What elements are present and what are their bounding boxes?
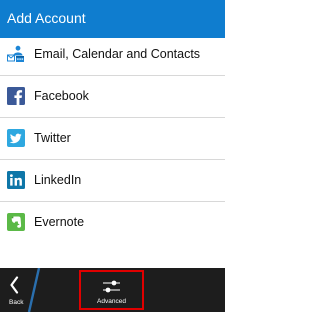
back-label: Back	[9, 299, 24, 306]
account-item-email[interactable]: Email, Calendar and Contacts	[0, 34, 225, 76]
twitter-icon	[7, 129, 25, 147]
facebook-icon	[7, 87, 25, 105]
account-item-label: LinkedIn	[34, 173, 82, 187]
advanced-button[interactable]: Advanced	[79, 270, 144, 310]
account-item-label: Facebook	[34, 89, 89, 103]
evernote-icon	[7, 213, 25, 231]
account-item-twitter[interactable]: Twitter	[0, 118, 225, 160]
back-chevron-icon	[9, 276, 19, 299]
linkedin-icon	[7, 171, 25, 189]
advanced-label: Advanced	[97, 298, 126, 305]
email-calendar-contacts-icon	[7, 45, 25, 63]
account-item-facebook[interactable]: Facebook	[0, 76, 225, 118]
title-bar: Add Account	[0, 0, 225, 38]
account-item-label: Evernote	[34, 215, 85, 229]
account-item-label: Email, Calendar and Contacts	[34, 47, 201, 61]
add-account-screen: Add Account Email, Calendar and Contacts	[0, 0, 225, 312]
account-item-label: Twitter	[34, 131, 71, 145]
account-item-linkedin[interactable]: LinkedIn	[0, 160, 225, 202]
account-item-evernote[interactable]: Evernote	[0, 202, 225, 244]
sliders-icon	[102, 279, 121, 299]
back-divider	[27, 267, 41, 312]
account-list: Email, Calendar and Contacts Facebook Tw…	[0, 34, 225, 244]
action-bar: Back Advanced	[0, 267, 225, 312]
page-title: Add Account	[7, 10, 86, 26]
